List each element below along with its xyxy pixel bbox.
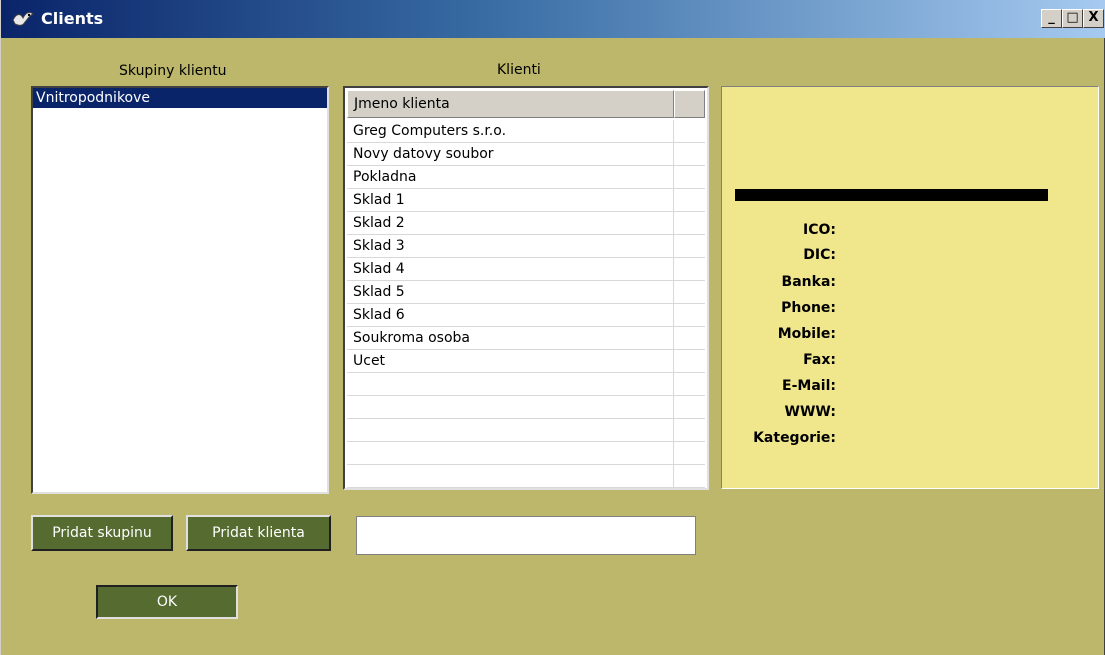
add-group-button[interactable]: Pridat skupinu [31,515,173,551]
table-row[interactable]: Sklad 3 [347,235,705,258]
client-name-cell: Soukroma osoba [347,327,674,349]
table-row[interactable]: Soukroma osoba [347,327,705,350]
client-name-cell: Ucet [347,350,674,372]
table-row[interactable]: Novy datovy soubor [347,143,705,166]
email-label: E-Mail: [782,378,836,394]
client-rows: Greg Computers s.r.o. Novy datovy soubor… [347,120,705,488]
empty-row [347,465,705,488]
empty-row [347,419,705,442]
empty-cell [347,396,674,418]
close-button[interactable]: X [1083,9,1104,28]
clients-table[interactable]: Jmeno klienta Greg Computers s.r.o. Novy… [343,86,709,490]
app-bird-icon [12,11,34,26]
groups-label: Skupiny klientu [119,63,227,79]
window-title: Clients [41,9,104,28]
fax-label: Fax: [803,352,836,368]
kategorie-label: Kategorie: [753,430,836,446]
client-name-bar [735,189,1048,201]
client-name-input[interactable] [356,516,696,555]
client-name-cell: Sklad 2 [347,212,674,234]
table-row[interactable]: Sklad 5 [347,281,705,304]
table-header-row: Jmeno klienta [347,90,705,118]
clients-label: Klienti [497,62,541,78]
client-detail-panel: ICO: DIC: Banka: Phone: Mobile: Fax: E-M… [721,86,1099,489]
mobile-label: Mobile: [777,326,836,342]
client-name-cell: Greg Computers s.r.o. [347,120,674,142]
client-name-cell: Sklad 6 [347,304,674,326]
add-client-button[interactable]: Pridat klienta [186,515,331,551]
empty-row [347,442,705,465]
table-row[interactable]: Pokladna [347,166,705,189]
groups-list[interactable]: Vnitropodnikove [31,86,329,494]
maximize-button[interactable]: □ [1062,9,1083,28]
table-row[interactable]: Greg Computers s.r.o. [347,120,705,143]
empty-cell [347,442,674,464]
client-name-cell: Pokladna [347,166,674,188]
column-header-blank[interactable] [674,90,705,118]
empty-cell [347,465,674,487]
phone-label: Phone: [781,300,836,316]
dic-label: DIC: [803,247,836,263]
client-name-cell: Sklad 1 [347,189,674,211]
ico-label: ICO: [803,222,836,238]
client-name-cell: Sklad 5 [347,281,674,303]
column-header-client-name[interactable]: Jmeno klienta [347,90,674,118]
table-row[interactable]: Sklad 6 [347,304,705,327]
title-bar[interactable]: Clients _ □ X [1,0,1105,38]
client-name-cell: Novy datovy soubor [347,143,674,165]
table-row[interactable]: Ucet [347,350,705,373]
client-name-cell: Sklad 4 [347,258,674,280]
table-row[interactable]: Sklad 4 [347,258,705,281]
client-name-cell: Sklad 3 [347,235,674,257]
www-label: WWW: [784,404,837,420]
empty-cell [347,373,674,395]
empty-row [347,396,705,419]
empty-cell [347,419,674,441]
group-item-selected[interactable]: Vnitropodnikove [33,88,327,108]
minimize-button[interactable]: _ [1041,9,1062,28]
empty-row [347,373,705,396]
banka-label: Banka: [781,274,836,290]
table-row[interactable]: Sklad 1 [347,189,705,212]
ok-button[interactable]: OK [96,585,238,619]
table-row[interactable]: Sklad 2 [347,212,705,235]
clients-window: Clients _ □ X Skupiny klientu Klienti Vn… [0,0,1105,655]
